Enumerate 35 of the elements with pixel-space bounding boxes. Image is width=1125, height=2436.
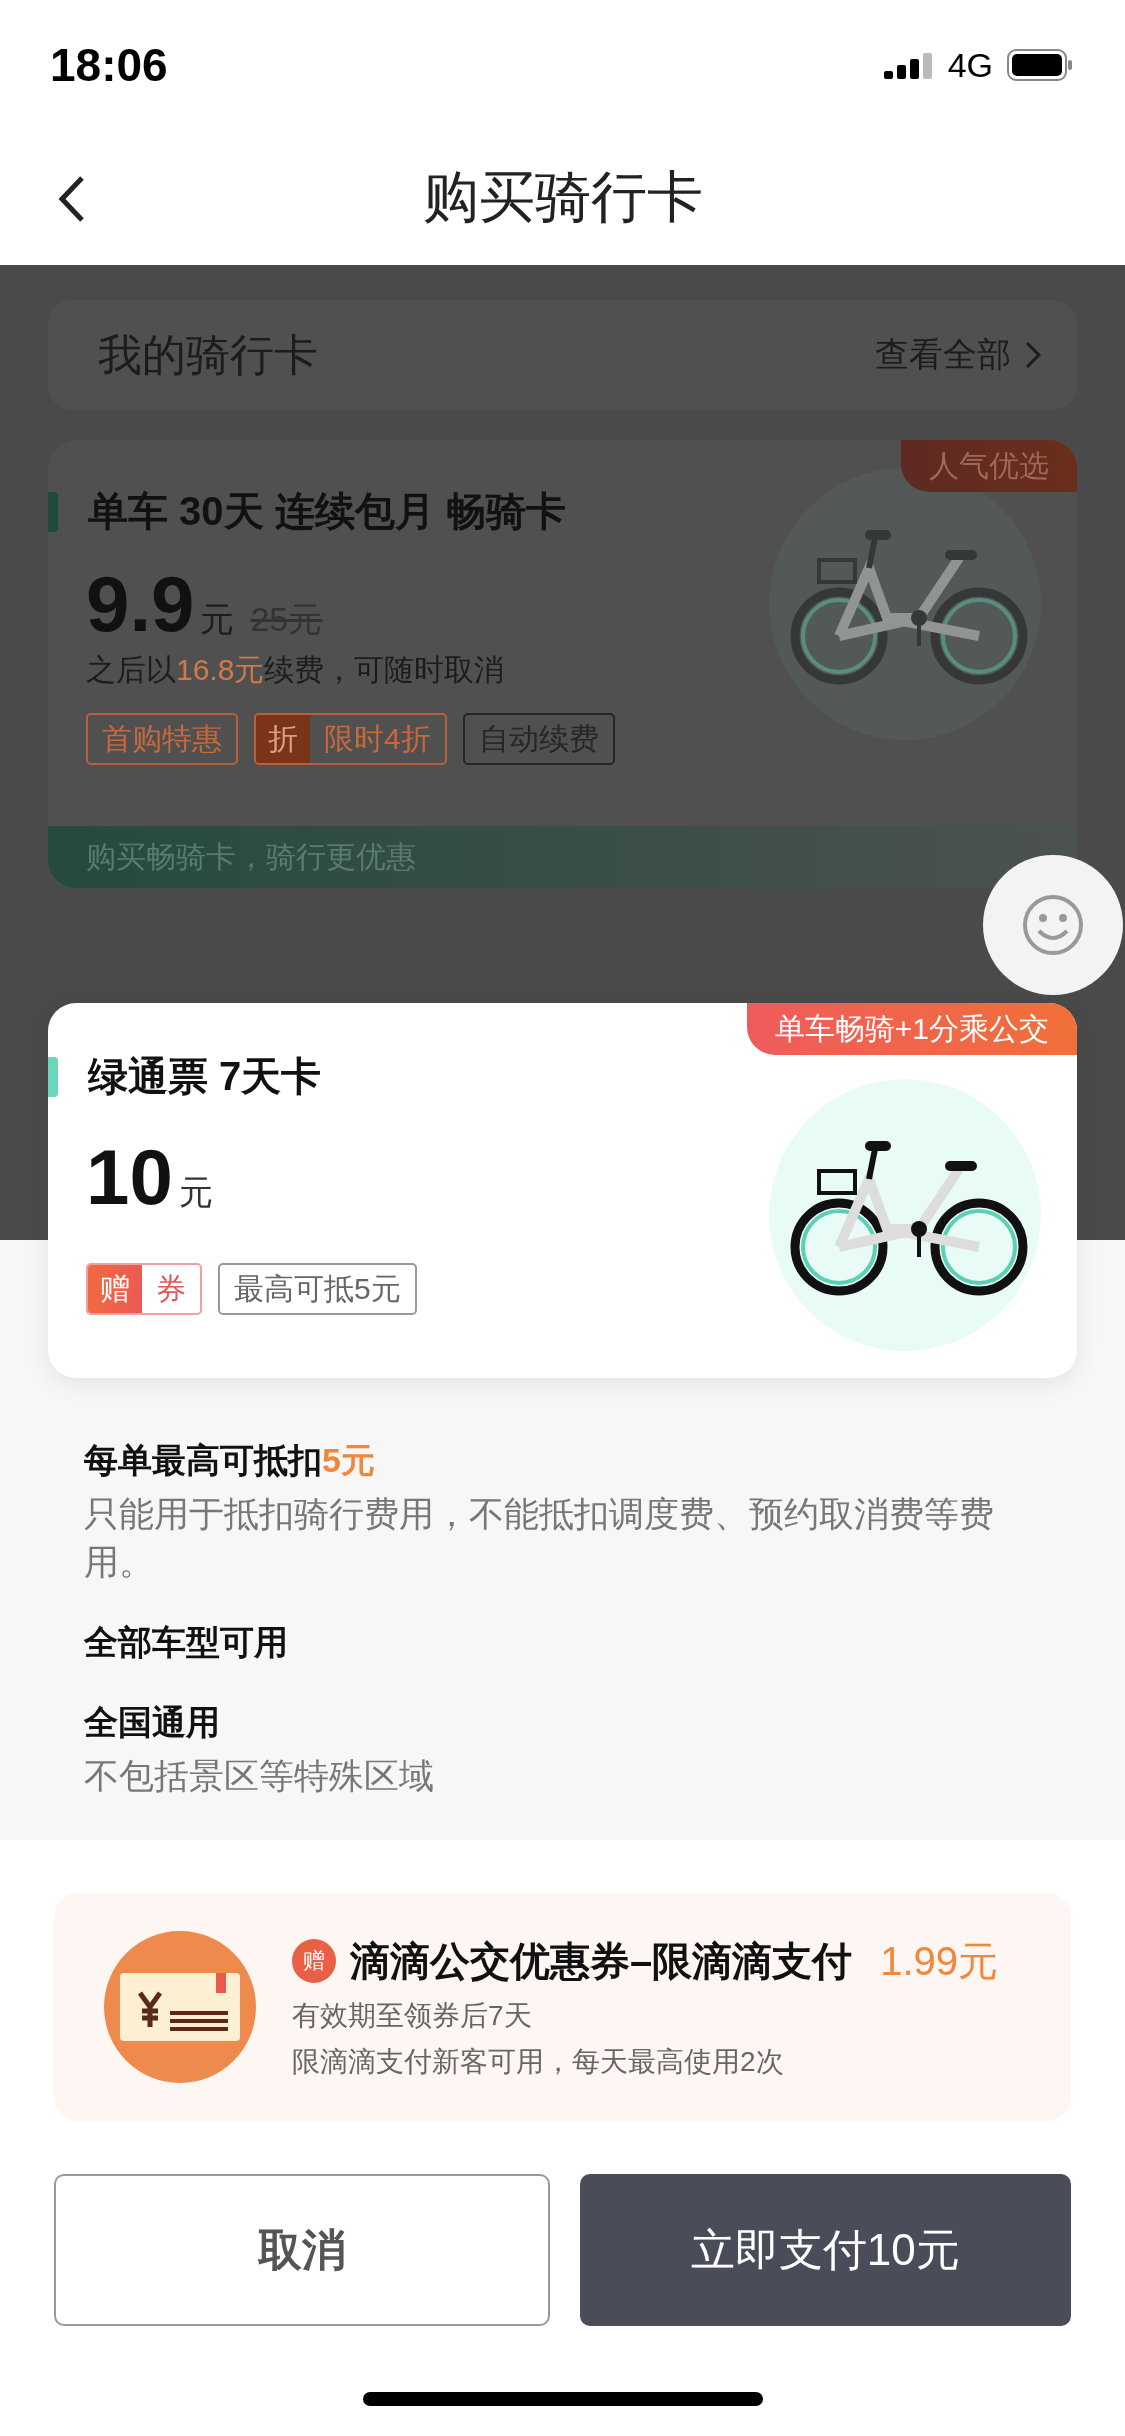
accent-bar [48, 491, 58, 532]
ribbon-label: 人气优选 [901, 440, 1077, 492]
coupon-price: 1.99元 [880, 1937, 999, 1985]
coupon-note: 有效期至领券后7天 [292, 1998, 533, 2033]
detail-title: 每单最高可抵扣5元 [84, 1440, 376, 1481]
page-title: 购买骑行卡 [422, 163, 703, 230]
detail-description: 不包括景区等特殊区域 [84, 1755, 435, 1797]
network-label: 4G [947, 45, 993, 85]
promo-tag: 最高可抵5元 [218, 1263, 417, 1315]
cancel-button[interactable]: 取消 [54, 2174, 550, 2326]
promo-tag: 折 限时4折 [254, 713, 447, 765]
promo-tag: 首购特惠 [86, 713, 238, 765]
chevron-icon [1025, 341, 1041, 369]
signal-icon [883, 51, 934, 79]
smiley-icon [1021, 893, 1085, 957]
accent-bar [48, 1056, 58, 1097]
back-icon[interactable] [56, 174, 86, 224]
ride-card[interactable]: 单车畅骑+1分乘公交 绿通票 7天卡 10 元 赠 券 最高可抵5元 [48, 1003, 1077, 1378]
card-title: 单车 30天 连续包月 畅骑卡 [88, 488, 566, 535]
coupon-note: 限滴滴支付新客可用，每天最高使用2次 [292, 2044, 785, 2079]
gift-badge: 赠 [292, 1939, 336, 1983]
coupon-title: 滴滴公交优惠券–限滴滴支付 [350, 1937, 853, 1985]
battery-icon [1007, 49, 1073, 81]
price: 9.9 [86, 559, 195, 650]
status-time: 18:06 [50, 38, 168, 92]
pay-button[interactable]: 立即支付10元 [579, 2174, 1071, 2326]
promo-tag: 赠 券 [86, 1263, 202, 1315]
price-unit: 元 [178, 1172, 213, 1213]
card-title: 绿通票 7天卡 [88, 1053, 322, 1100]
price: 10 [86, 1132, 173, 1223]
detail-title: 全国通用 [84, 1702, 221, 1743]
detail-description: 只能用于抵扣骑行费用，不能抵扣调度费、预约取消费等费用。 [84, 1493, 995, 1583]
ribbon-label: 单车畅骑+1分乘公交 [746, 1003, 1077, 1055]
ticket-icon [104, 1931, 256, 2083]
detail-title: 全部车型可用 [84, 1622, 289, 1663]
